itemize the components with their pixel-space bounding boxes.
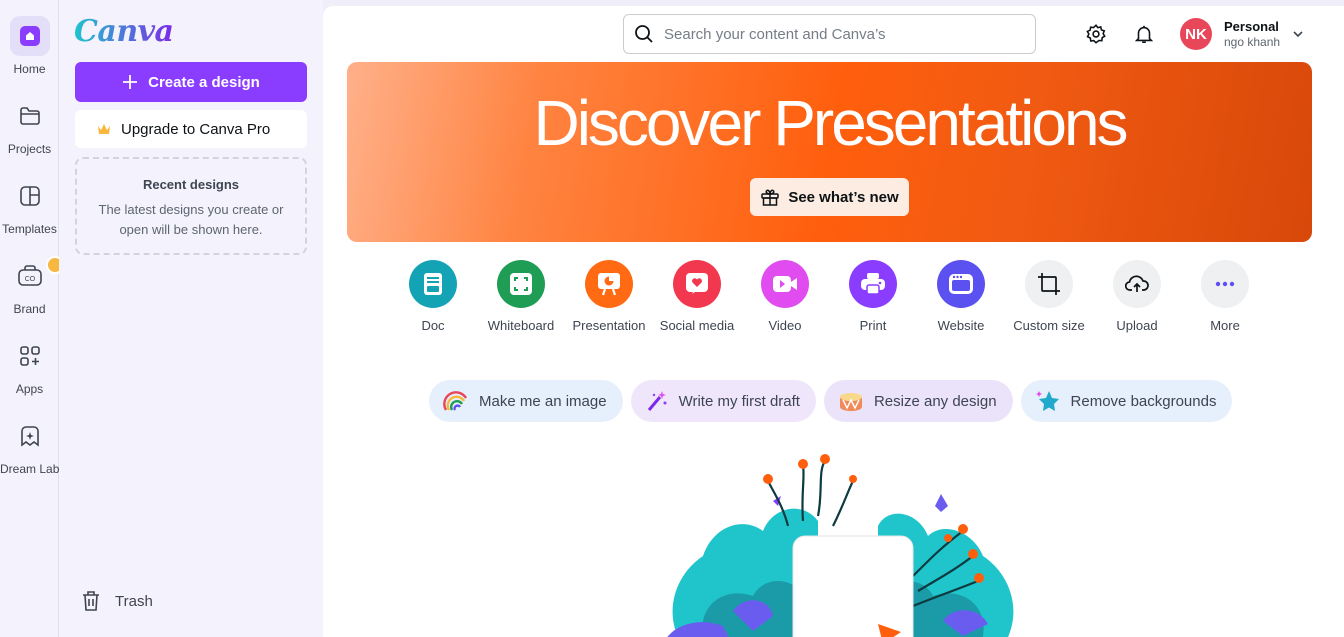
chip-write-draft[interactable]: Write my first draft xyxy=(630,380,816,422)
design-type-label: Whiteboard xyxy=(487,318,555,333)
chevron-down-icon xyxy=(1293,31,1303,38)
decorative-illustration xyxy=(667,454,1014,637)
search-bar[interactable] xyxy=(623,14,1036,54)
design-type-print[interactable]: Print xyxy=(829,260,917,333)
gear-icon xyxy=(1086,24,1106,44)
plus-icon xyxy=(123,75,138,89)
brand-icon: CO xyxy=(10,256,64,296)
crown-icon xyxy=(98,124,110,134)
account-menu[interactable]: NK Personal ngo khanh xyxy=(1180,18,1304,50)
rail-label-apps: Apps xyxy=(15,382,44,396)
see-whats-new-button[interactable]: See what’s new xyxy=(750,178,909,216)
search-input[interactable] xyxy=(664,25,1004,43)
video-icon xyxy=(761,260,809,308)
rail-label-brand: Brand xyxy=(13,302,46,316)
left-rail: Home Projects Templates CO Brand Apps Dr… xyxy=(0,0,64,637)
recent-designs-title: Recent designs xyxy=(142,177,240,192)
settings-button[interactable] xyxy=(1082,20,1110,48)
rail-item-home[interactable]: Home xyxy=(0,16,59,76)
doc-icon xyxy=(409,260,457,308)
main-content: NK Personal ngo khanh Discover Presentat… xyxy=(323,6,1344,637)
rail-item-brand[interactable]: CO Brand xyxy=(0,256,64,316)
crop-icon xyxy=(1025,260,1073,308)
canva-logo[interactable]: Canva xyxy=(74,14,174,49)
home-icon xyxy=(9,16,50,56)
upgrade-button[interactable]: Upgrade to Canva Pro xyxy=(75,110,307,148)
hero-title: Discover Presentations xyxy=(533,87,1128,159)
chip-label: Write my first draft xyxy=(678,392,800,410)
folder-icon xyxy=(10,96,50,136)
design-type-doc[interactable]: Doc xyxy=(389,260,477,333)
templates-icon xyxy=(10,176,50,216)
whiteboard-icon xyxy=(497,260,545,308)
ai-suggestion-chips: Make me an image Write my first draft Re… xyxy=(429,380,1233,422)
presentation-icon xyxy=(585,260,633,308)
printer-icon xyxy=(849,260,897,308)
account-info: Personal ngo khanh xyxy=(1224,19,1280,49)
website-icon xyxy=(937,260,985,308)
chip-remove-backgrounds[interactable]: Remove backgrounds xyxy=(1020,380,1233,422)
create-design-button[interactable]: Create a design xyxy=(75,62,307,102)
see-whats-new-label: See what’s new xyxy=(788,188,899,206)
search-icon xyxy=(635,25,653,43)
rail-item-projects[interactable]: Projects xyxy=(0,96,59,156)
design-type-presentation[interactable]: Presentation xyxy=(565,260,653,333)
design-type-label: Doc xyxy=(421,318,445,333)
sparkle-star-icon xyxy=(1035,391,1059,411)
magic-wand-icon xyxy=(647,391,667,411)
heart-icon xyxy=(673,260,721,308)
design-type-label: Print xyxy=(859,318,887,333)
rail-label-dream-lab: Dream Lab xyxy=(0,462,60,476)
apps-icon xyxy=(10,336,50,376)
avatar: NK xyxy=(1180,18,1212,50)
design-type-label: Social media xyxy=(659,318,735,333)
design-types-row: Doc Whiteboard Presentation Social media… xyxy=(389,260,1269,333)
design-type-custom-size[interactable]: Custom size xyxy=(1005,260,1093,333)
more-dots-icon xyxy=(1201,260,1249,308)
chip-label: Resize any design xyxy=(873,392,997,410)
upgrade-label: Upgrade to Canva Pro xyxy=(121,120,271,138)
recent-designs-box: Recent designs The latest designs you cr… xyxy=(75,157,307,255)
design-type-label: Video xyxy=(768,318,802,333)
side-panel: Canva Create a design Upgrade to Canva P… xyxy=(59,0,323,637)
design-type-label: Upload xyxy=(1116,318,1158,333)
rail-item-templates[interactable]: Templates xyxy=(0,176,59,236)
svg-text:CO: CO xyxy=(24,276,35,283)
chip-make-image[interactable]: Make me an image xyxy=(429,380,623,422)
dream-lab-icon xyxy=(10,416,50,456)
design-type-more[interactable]: More xyxy=(1181,260,1269,333)
chip-label: Make me an image xyxy=(479,392,607,410)
account-type: Personal xyxy=(1224,19,1279,34)
design-type-label: Presentation xyxy=(572,318,646,333)
design-type-label: Website xyxy=(937,318,985,333)
rail-item-dream-lab[interactable]: Dream Lab xyxy=(0,416,59,476)
rainbow-icon xyxy=(443,391,468,411)
rail-label-home: Home xyxy=(13,62,46,76)
design-type-website[interactable]: Website xyxy=(917,260,1005,333)
rail-label-templates: Templates xyxy=(2,222,57,236)
rail-item-apps[interactable]: Apps xyxy=(0,336,59,396)
design-type-label: Custom size xyxy=(1013,318,1085,333)
bell-icon xyxy=(1134,25,1154,44)
create-design-label: Create a design xyxy=(148,73,260,91)
design-type-whiteboard[interactable]: Whiteboard xyxy=(477,260,565,333)
trash-link[interactable]: Trash xyxy=(81,590,153,612)
design-type-social-media[interactable]: Social media xyxy=(653,260,741,333)
trash-icon xyxy=(83,591,99,611)
hero-banner[interactable]: Discover Presentations See what’s new xyxy=(347,62,1312,242)
trash-label: Trash xyxy=(115,592,153,610)
drum-icon xyxy=(839,393,862,411)
chip-label: Remove backgrounds xyxy=(1070,392,1217,410)
cloud-upload-icon xyxy=(1113,260,1161,308)
chip-resize-design[interactable]: Resize any design xyxy=(823,380,1013,422)
design-type-video[interactable]: Video xyxy=(741,260,829,333)
design-type-label: More xyxy=(1210,318,1240,333)
recent-designs-description: The latest designs you create or open wi… xyxy=(98,202,284,237)
notifications-button[interactable] xyxy=(1130,20,1158,48)
rail-label-projects: Projects xyxy=(7,142,52,156)
gift-icon xyxy=(761,189,780,206)
account-name: ngo khanh xyxy=(1224,35,1281,49)
design-type-upload[interactable]: Upload xyxy=(1093,260,1181,333)
